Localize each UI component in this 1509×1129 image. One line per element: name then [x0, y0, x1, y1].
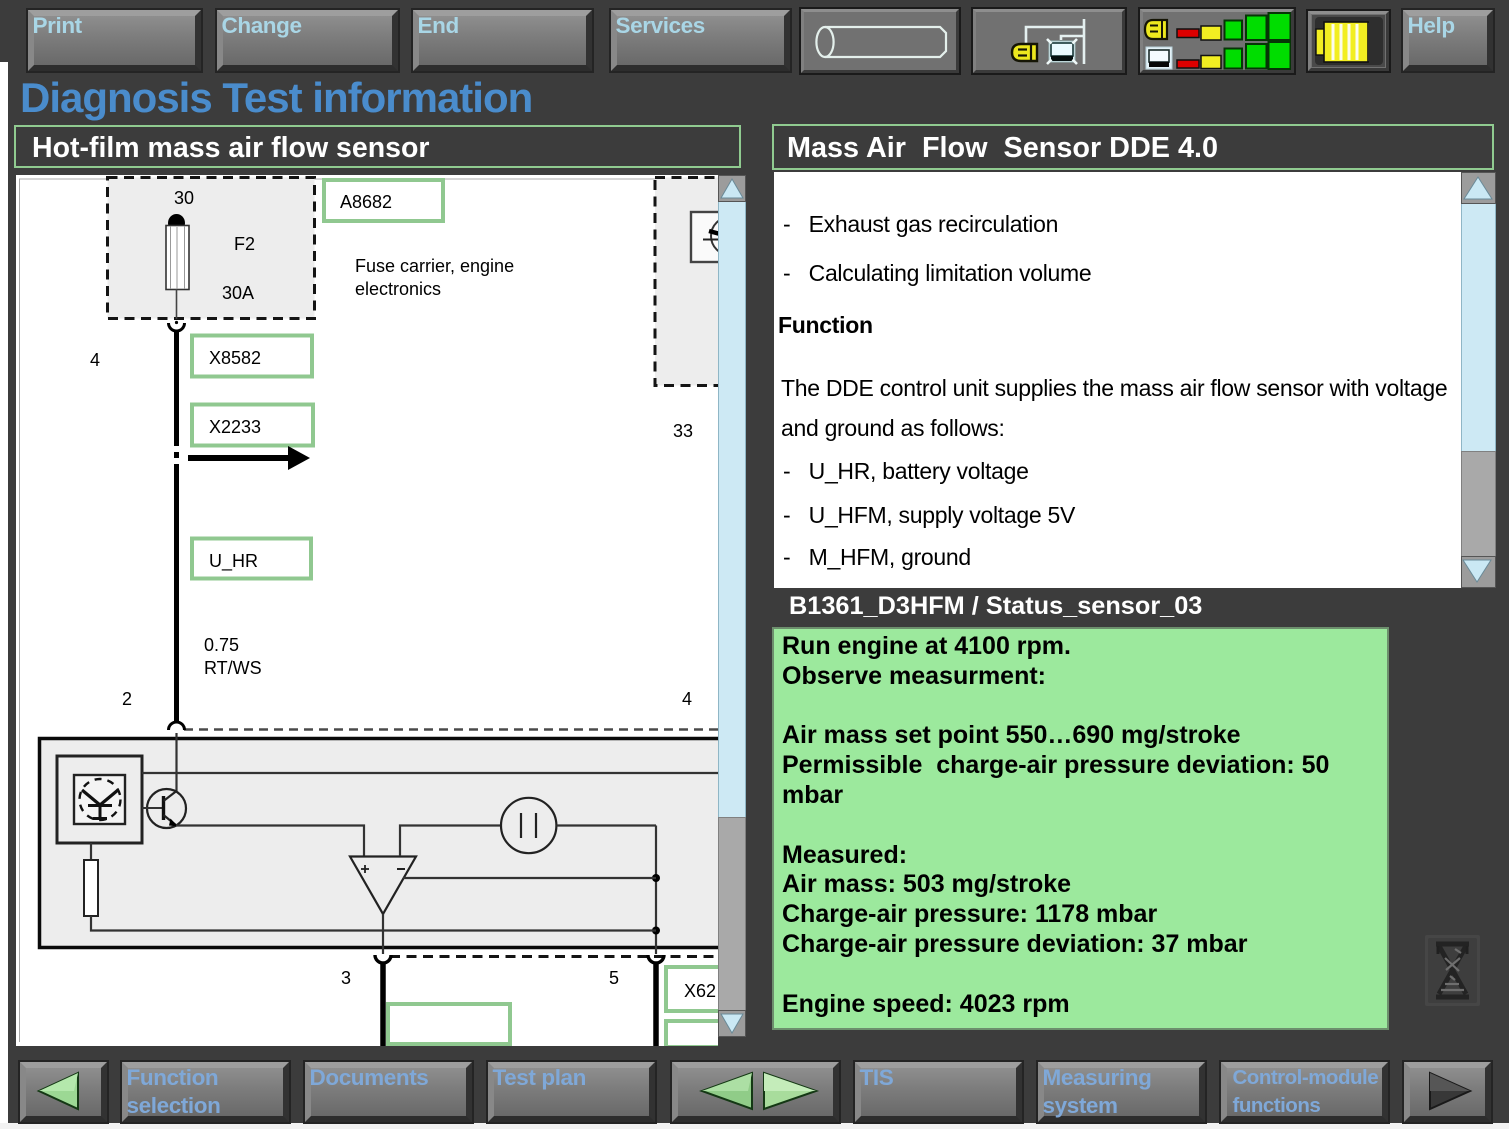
svg-text:5: 5 — [609, 968, 619, 988]
svg-text:X8582: X8582 — [209, 348, 261, 368]
svg-text:X62: X62 — [684, 981, 716, 1001]
svg-text:RT/WS: RT/WS — [204, 658, 262, 678]
svg-text:X2233: X2233 — [209, 417, 261, 437]
svg-text:Fuse carrier, engine: Fuse carrier, engine — [355, 256, 514, 276]
svg-text:3: 3 — [341, 968, 351, 988]
svg-text:33: 33 — [673, 421, 693, 441]
svg-text:30A: 30A — [222, 283, 254, 303]
svg-text:30: 30 — [174, 188, 194, 208]
svg-text:U_HR: U_HR — [209, 551, 258, 572]
svg-text:electronics: electronics — [355, 279, 441, 299]
svg-text:4: 4 — [682, 689, 692, 709]
svg-text:0.75: 0.75 — [204, 635, 239, 655]
svg-text:4: 4 — [90, 350, 100, 370]
svg-text:F2: F2 — [234, 234, 255, 254]
svg-text:A8682: A8682 — [340, 192, 392, 212]
svg-text:2: 2 — [122, 689, 132, 709]
